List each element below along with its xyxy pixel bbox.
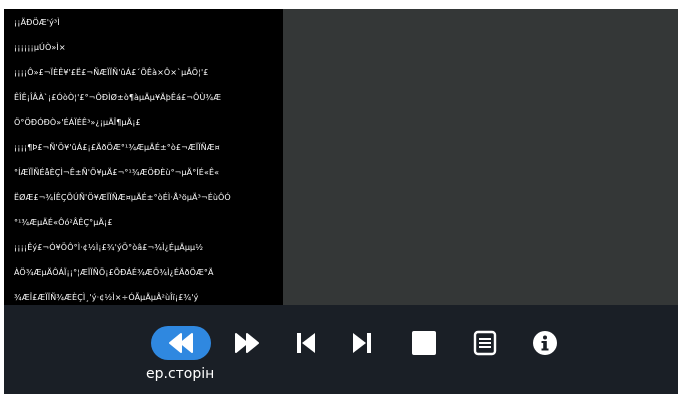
rewind-icon — [169, 333, 193, 353]
fast-forward-icon — [235, 333, 259, 353]
document-line: Ö°ÖÐÓÐÒ»'ÉÁÏÉÊ³»¿¡µÄÎ¶µÄ¡£ — [14, 118, 141, 127]
skip-to-start-button[interactable] — [284, 323, 328, 363]
stop-button[interactable] — [402, 323, 446, 363]
document-line: ¾ÆÎ£ÆÏÏÑ¾ÆÈÇÌ¸'ý·¢½Ì×÷ÓÃµÄµÂ²ùÎï¡£¾'ý — [14, 293, 199, 302]
document-line: ¡¡¡¡¡¡µÚÒ»Ì× — [14, 43, 66, 52]
skip-to-end-button[interactable] — [340, 323, 384, 363]
document-line: ¡¡¡¡Êý£¬Ó¥ÖÔ°Ì·¢½Ì¡£¾'ýÖ°òâ£¬¾Ì¿ÉµÄµµ½ — [14, 243, 204, 252]
document-viewer[interactable]: ¡¡ÄÐÖÆ'ý³Ì ¡¡¡¡¡¡µÚÒ»Ì× ¡¡¡¡Ô»£¬ÏÈÊ¥'£Ë£… — [4, 9, 283, 305]
app-frame: ¡¡ÄÐÖÆ'ý³Ì ¡¡¡¡¡¡µÚÒ»Ì× ¡¡¡¡Ô»£¬ÏÈÊ¥'£Ë£… — [4, 9, 678, 394]
document-line: ¡¡¡¡Ô»£¬ÏÈÊ¥'£Ë£¬ÑÆÏÏÑ'ûÁ£´ÕÊà×Ô×`µÂÖ¦'£ — [14, 68, 209, 77]
rewind-button[interactable] — [151, 326, 211, 360]
skip-start-icon — [297, 333, 315, 353]
document-line: ÊÎÊ¡ÎÂÀ`¡£ÓòÒ¦'£°¬ÔÐÌØ±ò¶àµÄµ¥ÄþÊá£¬ÔÙ¾Æ — [14, 93, 222, 102]
empty-panel — [283, 9, 678, 305]
info-icon — [533, 331, 557, 355]
document-line: ËØÆ£¬¾ÍÊÇÕÚÑ'Ö¥ÆÏÏÑÆ¤µÄÉ±°òÉÌ·Å³öµÄ³¬ÉùÔ… — [14, 193, 231, 202]
rewind-button-label: ер.сторін — [146, 366, 215, 382]
document-line: ¡¡ÄÐÖÆ'ý³Ì — [14, 18, 60, 27]
skip-end-icon — [353, 333, 371, 353]
stop-icon — [412, 331, 436, 355]
document-line: °ÍÆÏÏÑÉåÈÇÌ¬Ê±Ñ'Ö¥µÄ£¬°¹¾ÆÖÐÈù°¬µÄ°ÍÉ«Ê« — [14, 168, 220, 177]
document-line: °¹¾ÆµÄÉ«Ôó²ÂÊÇ°µÄ¡£ — [14, 218, 113, 227]
document-line: ÀÖ¾ÆµÄÔÁÏ¡¡°¦ÆÏÏÑÖ¡£ÕÐÁÉ¾ÆÖ¾Ì¿ÉÄðÖÆ°Ä — [14, 268, 214, 277]
fast-forward-button[interactable] — [225, 323, 269, 363]
list-icon — [473, 330, 497, 356]
list-button[interactable] — [463, 323, 507, 363]
info-button[interactable] — [523, 323, 567, 363]
document-line: ¡¡¡¡¶Þ£¬Ñ'Ö¥'ûÁ£¡£ÄðÖÆ°¹¾ÆµÄÉ±°ò£¬ÆÏÏÑÆ¤ — [14, 143, 220, 152]
playback-toolbar: ер.сторін — [4, 305, 678, 394]
